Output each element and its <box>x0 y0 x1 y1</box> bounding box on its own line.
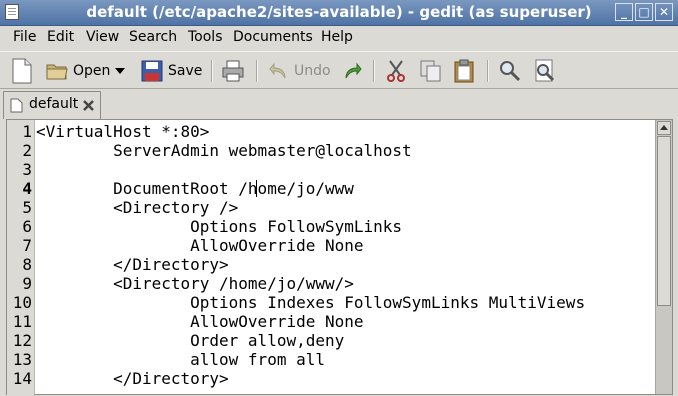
code-line[interactable]: AllowOverride None <box>36 236 363 255</box>
menu-search[interactable]: Search <box>129 29 177 45</box>
arrow-up-icon <box>660 125 668 130</box>
code-line[interactable]: <VirtualHost *:80> <box>36 122 209 141</box>
undo-icon <box>269 62 286 79</box>
line-number: 14 <box>12 369 32 388</box>
code-line[interactable]: Options FollowSymLinks <box>36 217 402 236</box>
line-number: 13 <box>12 350 32 369</box>
current-line-number: 4 <box>22 179 32 198</box>
line-number: 6 <box>22 217 32 236</box>
document-icon <box>10 98 23 113</box>
find-button[interactable] <box>499 57 521 85</box>
redo-icon <box>345 62 362 79</box>
replace-button[interactable] <box>533 57 557 85</box>
magnifier-icon <box>500 61 521 82</box>
code-line[interactable]: </Directory> <box>36 255 229 274</box>
find-replace-icon <box>535 59 555 82</box>
redo-button[interactable] <box>342 57 362 85</box>
line-number: 12 <box>12 331 32 350</box>
menu-edit[interactable]: Edit <box>47 29 74 45</box>
code-line[interactable]: AllowOverride None <box>36 312 363 331</box>
chevron-down-icon <box>115 68 125 74</box>
close-icon[interactable]: ✕ <box>655 3 673 21</box>
line-number: 3 <box>22 160 32 179</box>
text-cursor <box>256 180 257 197</box>
print-button[interactable] <box>221 57 245 85</box>
line-number: 2 <box>22 141 32 160</box>
minimize-icon[interactable]: _ <box>615 3 633 21</box>
code-line[interactable]: Order allow,deny <box>36 331 344 350</box>
code-line[interactable]: <Directory /> <box>36 198 238 217</box>
scrollbar-thumb[interactable] <box>657 136 671 306</box>
window-title: default (/etc/apache2/sites-available) -… <box>86 3 592 21</box>
undo-button[interactable]: Undo <box>269 57 331 85</box>
scissors-icon <box>387 60 405 82</box>
window-titlebar[interactable]: default (/etc/apache2/sites-available) -… <box>0 0 678 26</box>
menu-view[interactable]: View <box>86 29 119 45</box>
maximize-icon[interactable]: □ <box>635 3 653 21</box>
code-line[interactable]: <Directory /home/jo/www/> <box>36 274 354 293</box>
save-icon <box>141 60 163 82</box>
cut-button[interactable] <box>386 57 406 85</box>
save-label: Save <box>168 63 203 79</box>
line-number: 11 <box>12 312 32 331</box>
folder-icon <box>46 64 68 80</box>
new-document-icon <box>12 58 32 84</box>
code-line[interactable]: Options Indexes FollowSymLinks MultiView… <box>36 293 585 312</box>
open-label: Open <box>73 63 111 79</box>
toolbar-separator <box>211 60 213 82</box>
open-button[interactable]: Open <box>46 57 110 85</box>
line-number: 9 <box>22 274 32 293</box>
clipboard-icon <box>454 59 474 83</box>
line-number: 10 <box>12 293 32 312</box>
scroll-up-button[interactable] <box>657 121 671 135</box>
line-number: 8 <box>22 255 32 274</box>
menu-tools[interactable]: Tools <box>188 29 223 45</box>
menu-help[interactable]: Help <box>321 29 353 45</box>
document-tabbar: default <box>0 90 678 119</box>
menu-file[interactable]: File <box>13 29 36 45</box>
code-line[interactable]: </Directory> <box>36 369 229 388</box>
toolbar: Open Save Undo <box>0 51 678 89</box>
paste-button[interactable] <box>454 57 474 85</box>
line-number: 1 <box>22 122 32 141</box>
copy-icon <box>420 60 441 82</box>
tab-label: default <box>29 96 79 112</box>
close-tab-icon[interactable] <box>82 99 95 112</box>
code-line[interactable]: allow from all <box>36 350 325 369</box>
save-button[interactable]: Save <box>141 57 202 85</box>
vertical-scrollbar[interactable] <box>655 120 672 394</box>
tab-default[interactable]: default <box>3 91 101 119</box>
editor-area[interactable]: 1 2 3 4 5 6 7 8 9 10 11 12 13 14 <Virtua… <box>6 119 673 396</box>
toolbar-separator <box>256 60 258 82</box>
line-number: 7 <box>22 236 32 255</box>
code-line[interactable]: ServerAdmin webmaster@localhost <box>36 141 412 160</box>
undo-label: Undo <box>294 63 331 79</box>
new-button[interactable] <box>11 57 33 85</box>
printer-icon <box>222 60 244 82</box>
toolbar-separator <box>373 60 375 82</box>
menu-documents[interactable]: Documents <box>233 29 313 45</box>
line-number: 5 <box>22 198 32 217</box>
code-line[interactable]: DocumentRoot /home/jo/www <box>36 179 354 198</box>
copy-button[interactable] <box>420 57 442 85</box>
toolbar-separator <box>487 60 489 82</box>
open-recent-dropdown[interactable] <box>114 57 126 85</box>
menu-bar: File Edit View Search Tools Documents He… <box>0 26 678 50</box>
line-number-gutter: 1 2 3 4 5 6 7 8 9 10 11 12 13 14 <box>7 120 35 396</box>
